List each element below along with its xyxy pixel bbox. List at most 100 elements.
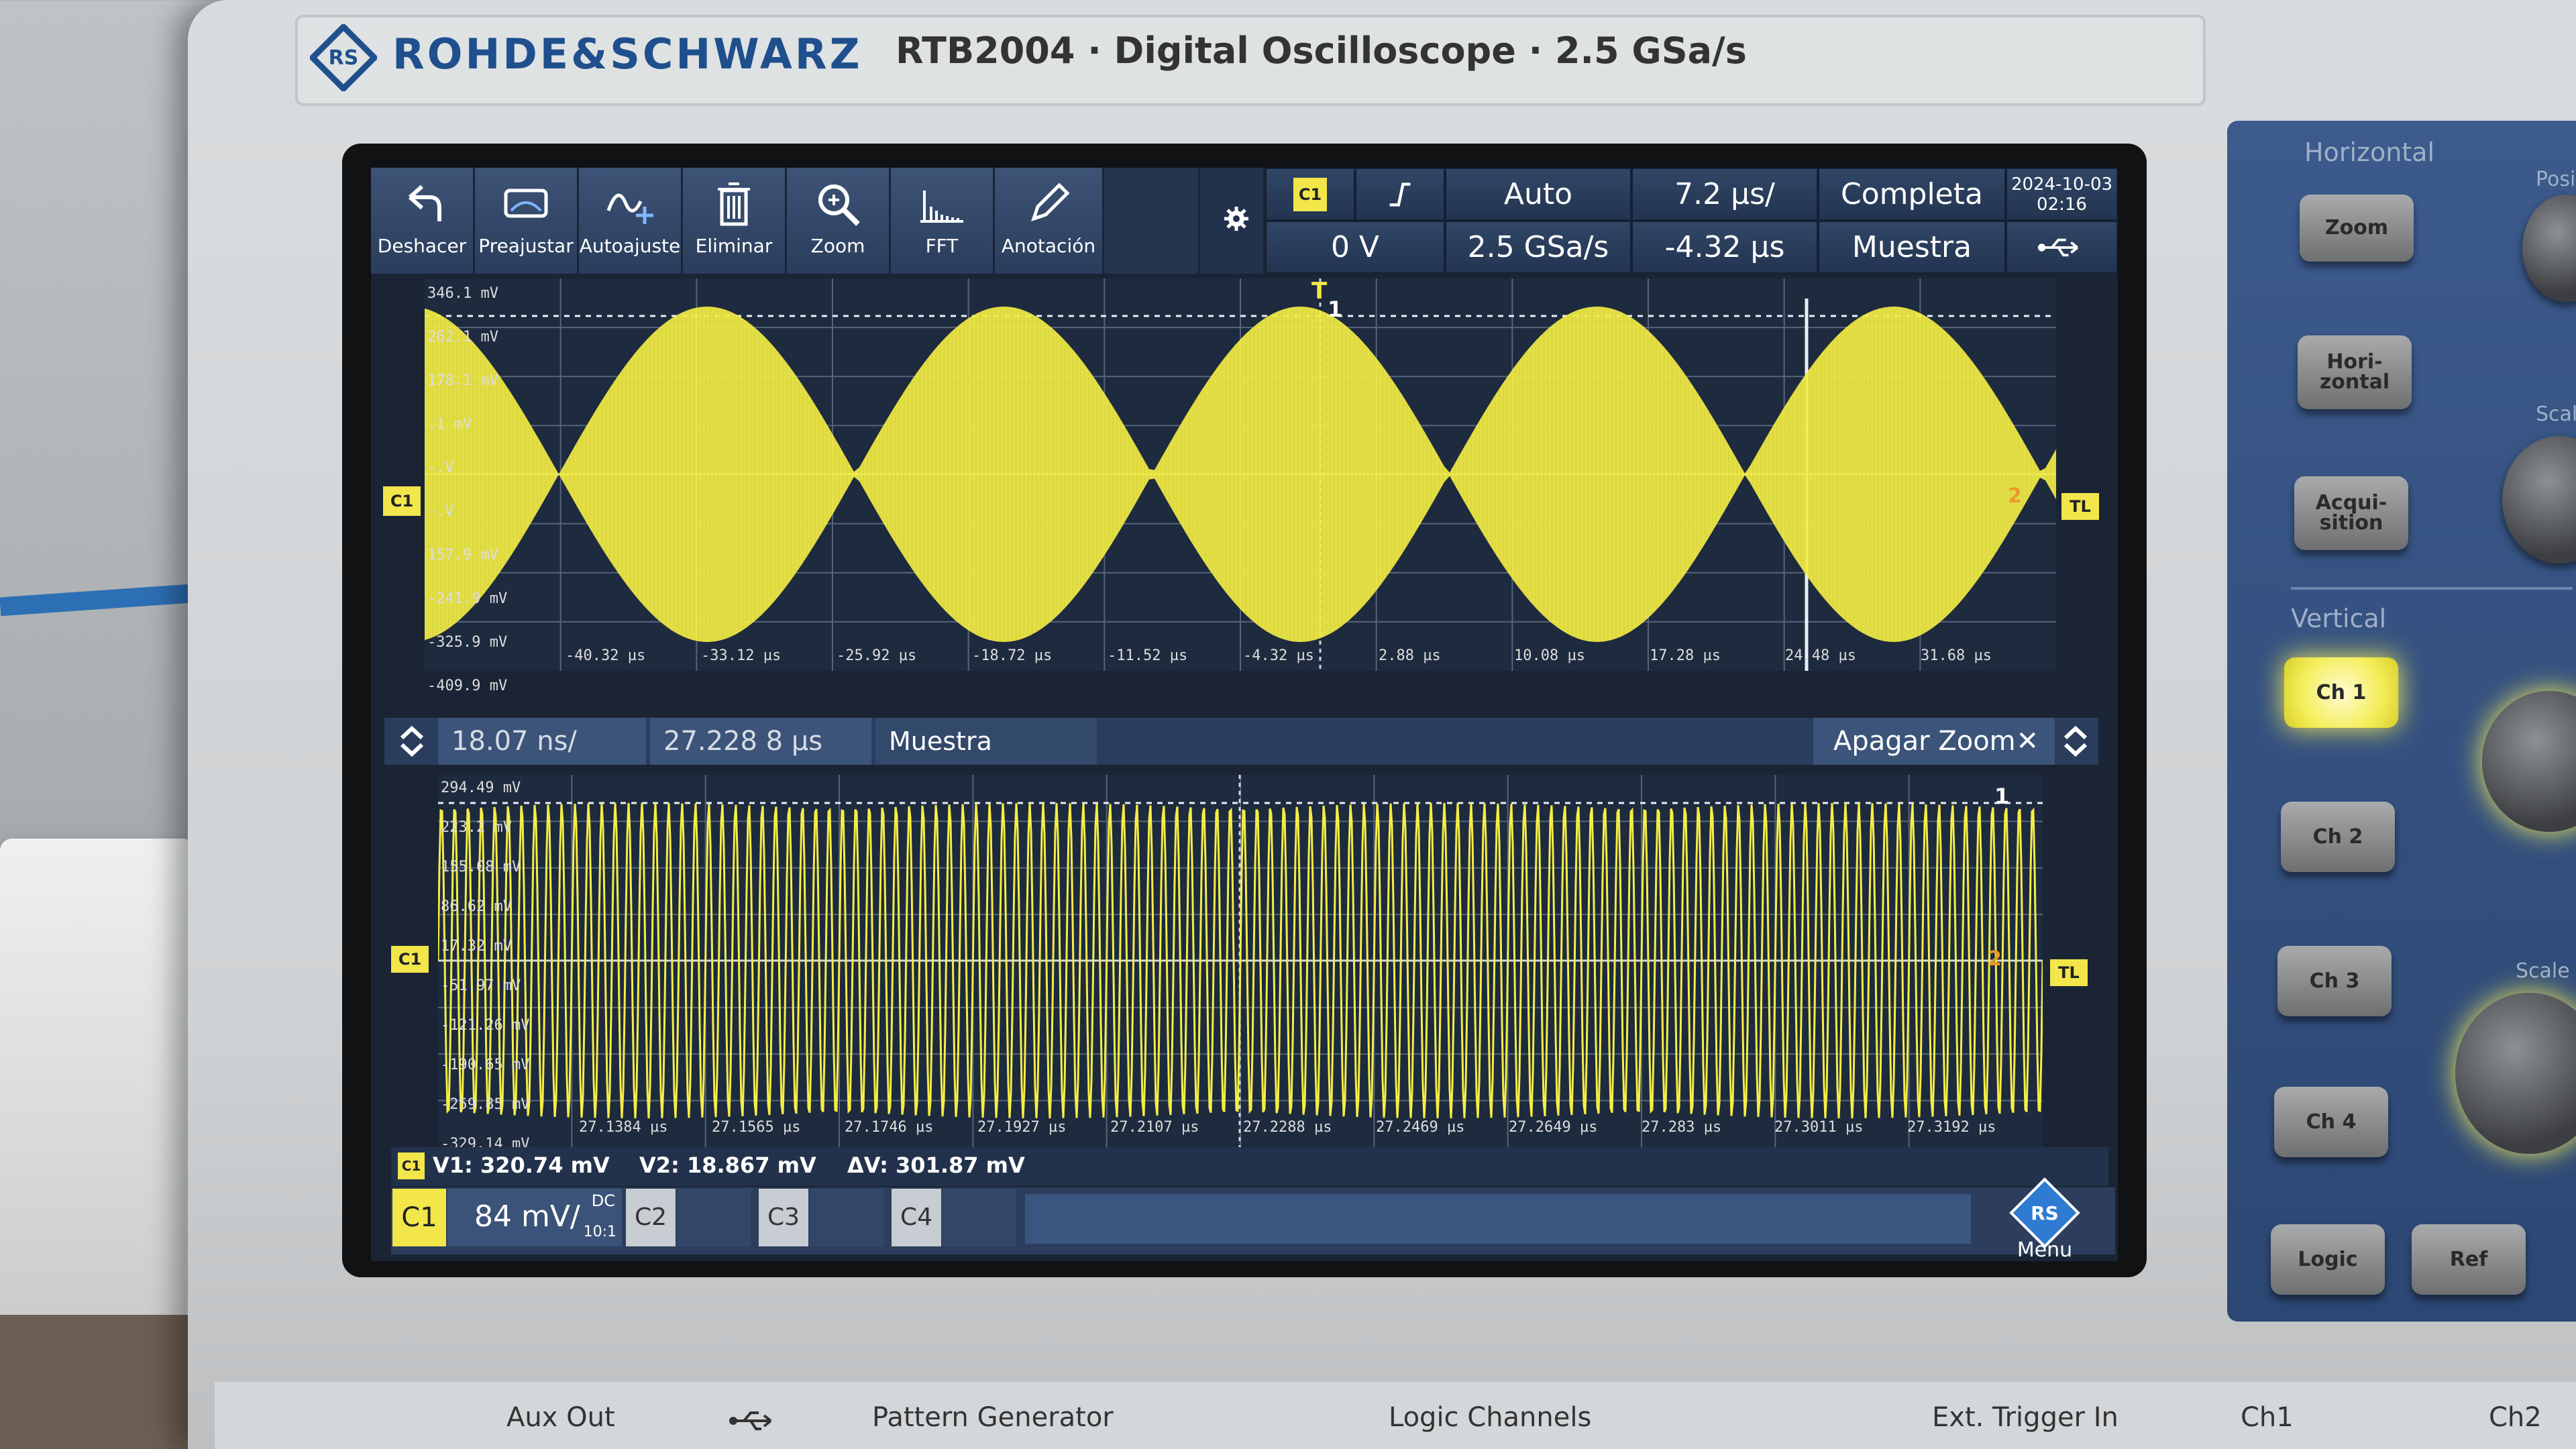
autoset-label: Autoajuste xyxy=(579,235,681,257)
zoom-key[interactable]: Zoom xyxy=(2300,195,2414,262)
main-x-label: 2.88 µs xyxy=(1379,647,1441,664)
rising-edge-icon xyxy=(1389,182,1411,207)
undo-button[interactable]: Deshacer xyxy=(371,168,475,274)
cursor-v1-readout: V1: 320.74 mV xyxy=(433,1152,610,1178)
fft-button[interactable]: FFT xyxy=(891,168,995,274)
zoom-position[interactable]: 27.228 8 µs xyxy=(650,718,871,765)
trigger-level[interactable]: 0 V xyxy=(1265,221,1445,274)
trigger-source-cell[interactable]: C1 xyxy=(1265,168,1355,221)
preset-label: Preajustar xyxy=(478,235,574,257)
zoom-x-label: 27.2107 µs xyxy=(1110,1119,1199,1136)
time-position[interactable]: -4.32 µs xyxy=(1631,221,1818,274)
main-waveform-view[interactable] xyxy=(425,278,2056,671)
channel-4-settings[interactable] xyxy=(943,1189,1016,1246)
blue-cable xyxy=(0,583,202,616)
toolbar: Deshacer Preajustar Autoajuste Eliminar … xyxy=(371,168,1263,274)
undo-label: Deshacer xyxy=(377,235,467,257)
channel-2-tab[interactable]: C2 xyxy=(626,1189,676,1246)
zoom-y-label: 223.2 mV xyxy=(441,819,512,836)
zoom-x-label: 27.1746 µs xyxy=(845,1119,934,1136)
zoom-y-label: -259.85 mV xyxy=(441,1096,530,1113)
main-channel-marker[interactable]: C1 xyxy=(383,486,421,516)
channel-1-key[interactable]: Ch 1 xyxy=(2284,657,2398,728)
channel-4-key[interactable]: Ch 4 xyxy=(2274,1087,2388,1157)
svg-text:RS: RS xyxy=(329,46,359,70)
zoom-tool-button[interactable]: Zoom xyxy=(787,168,891,274)
zoom-cursor-2-label[interactable]: 2 xyxy=(1988,947,2002,971)
channel-3-tab[interactable]: C3 xyxy=(759,1189,808,1246)
zoom-tool-label: Zoom xyxy=(810,235,865,257)
main-x-label: 31.68 µs xyxy=(1921,647,1992,664)
main-y-label: 346.1 mV xyxy=(427,285,498,302)
trigger-slope-cell[interactable] xyxy=(1355,168,1445,221)
channel-3-key[interactable]: Ch 3 xyxy=(2277,946,2392,1016)
zoom-icon xyxy=(818,184,860,226)
main-x-label: 17.28 µs xyxy=(1650,647,1721,664)
channel-1-tab[interactable]: C1 xyxy=(392,1189,446,1246)
main-x-label: -25.92 µs xyxy=(837,647,917,664)
pencil-icon xyxy=(1031,182,1070,221)
zoom-channel-marker[interactable]: C1 xyxy=(391,946,429,973)
menu-button[interactable]: RS Menu xyxy=(1994,1174,2095,1261)
zoom-position-spinner-icon[interactable] xyxy=(2059,723,2092,759)
channel-bar-spacer xyxy=(1025,1194,1971,1244)
memory-mode[interactable]: Completa xyxy=(1818,168,2006,221)
fft-label: FFT xyxy=(925,235,959,257)
main-y-label: 157.9 mV xyxy=(427,547,498,564)
zoom-y-label: 294.49 mV xyxy=(441,780,521,796)
main-x-label: -4.32 µs xyxy=(1243,647,1314,664)
zoom-time-scale[interactable]: 18.07 ns/ xyxy=(438,718,646,765)
main-y-label: 262.1 mV xyxy=(427,329,498,345)
main-y-label: -.V xyxy=(427,503,454,520)
cursor-v2-readout: V2: 18.867 mV xyxy=(639,1152,816,1178)
close-icon[interactable]: ✕ xyxy=(2016,718,2039,765)
usb-icon xyxy=(2037,238,2078,256)
ref-key[interactable]: Ref xyxy=(2412,1224,2526,1295)
zoom-scale-spinner-icon[interactable] xyxy=(395,723,429,759)
acquisition-key[interactable]: Acqui- sition xyxy=(2294,476,2408,550)
svg-text:RS: RS xyxy=(2031,1202,2059,1224)
zoom-x-label: 27.1565 µs xyxy=(712,1119,801,1136)
adjacent-device xyxy=(0,839,195,1335)
zoom-cursor-1-label[interactable]: 1 xyxy=(1994,784,2009,809)
horizontal-title: Horizontal xyxy=(2304,138,2435,167)
menu-label: Menu xyxy=(2017,1238,2073,1261)
logic-key[interactable]: Logic xyxy=(2271,1224,2385,1295)
main-cursor-2-label[interactable]: 2 xyxy=(2008,484,2022,508)
channel-3-settings[interactable] xyxy=(810,1189,883,1246)
zoom-x-label: 27.2649 µs xyxy=(1509,1119,1598,1136)
channel-4-tab[interactable]: C4 xyxy=(892,1189,941,1246)
trash-icon xyxy=(718,182,750,226)
autoset-icon xyxy=(606,193,653,224)
annotation-button[interactable]: Anotación xyxy=(995,168,1104,274)
fft-icon xyxy=(920,191,963,223)
gear-icon[interactable] xyxy=(1223,205,1250,232)
usb-status xyxy=(2006,221,2118,274)
channel-2-key[interactable]: Ch 2 xyxy=(2281,802,2395,872)
acquisition-mode[interactable]: Muestra xyxy=(1818,221,2006,274)
time-scale[interactable]: 7.2 µs/ xyxy=(1631,168,1818,221)
zoom-trigger-level-marker[interactable]: TL xyxy=(2050,959,2088,986)
zoom-x-label: 27.283 µs xyxy=(1642,1119,1722,1136)
model-line: RTB2004 · Digital Oscilloscope · 2.5 GSa… xyxy=(896,30,1747,72)
preset-button[interactable]: Preajustar xyxy=(475,168,579,274)
trigger-position-marker[interactable]: T xyxy=(1311,278,1327,305)
ext-trigger-label: Ext. Trigger In xyxy=(1932,1402,2118,1433)
main-cursor-1-label[interactable]: 1 xyxy=(1328,297,1342,322)
autoset-button[interactable]: Autoajuste xyxy=(579,168,683,274)
cursor-delta-readout: ΔV: 301.87 mV xyxy=(847,1152,1025,1178)
trigger-mode[interactable]: Auto xyxy=(1445,168,1631,221)
scale-label: Scal xyxy=(2536,402,2576,426)
trigger-source-chip: C1 xyxy=(1293,177,1327,211)
zoom-waveform-view[interactable] xyxy=(438,775,2043,1147)
horizontal-key[interactable]: Hori- zontal xyxy=(2298,335,2412,409)
main-y-label: 178.1 mV xyxy=(427,372,498,389)
zoom-x-label: 27.1927 µs xyxy=(977,1119,1067,1136)
channel-1-settings[interactable]: 84 mV/ DC 10:1 xyxy=(447,1189,622,1246)
channel-2-settings[interactable] xyxy=(677,1189,751,1246)
delete-button[interactable]: Eliminar xyxy=(683,168,787,274)
main-trigger-level-marker[interactable]: TL xyxy=(2061,493,2099,520)
channel-1-probe: 10:1 xyxy=(583,1224,616,1240)
zoom-off-button[interactable]: Apagar Zoom ✕ xyxy=(1813,718,2055,765)
zoom-y-label: -121.26 mV xyxy=(441,1017,530,1034)
